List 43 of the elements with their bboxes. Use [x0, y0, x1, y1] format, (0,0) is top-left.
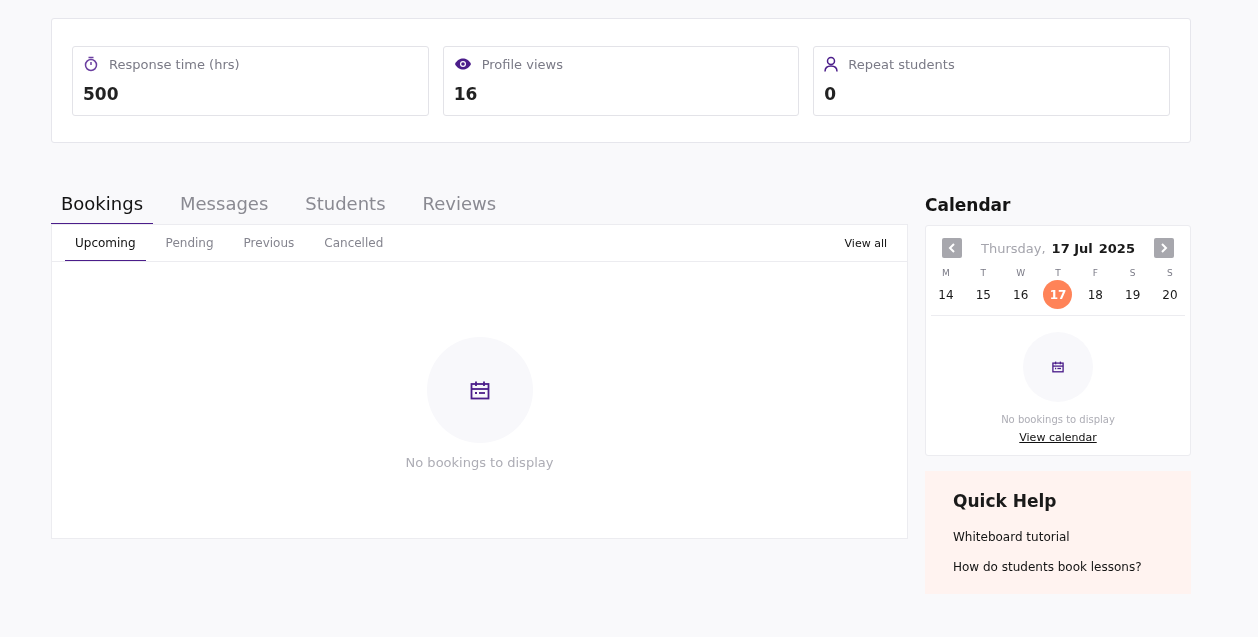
stat-value: 0	[824, 84, 838, 104]
stat-label: Repeat students	[848, 56, 955, 72]
day-number[interactable]: 14	[931, 280, 961, 309]
subtab[interactable]: Upcoming	[65, 225, 146, 261]
subtab[interactable]: Previous	[233, 225, 305, 261]
weekday-letter: S	[1129, 268, 1136, 278]
weekday-letter: M	[942, 268, 950, 278]
person-icon	[824, 56, 839, 72]
calendar-title: Calendar	[925, 195, 1012, 215]
stat-label: Response time (hrs)	[109, 56, 240, 72]
calendar-icon	[1052, 361, 1064, 373]
view-calendar-link[interactable]: View calendar	[1019, 431, 1097, 444]
chevron-right-icon	[1160, 243, 1168, 253]
view-all-link[interactable]: View all	[844, 236, 887, 250]
eye-icon	[453, 57, 472, 71]
weekday-letter: T	[980, 268, 987, 278]
empty-message: No bookings to display	[1001, 414, 1115, 425]
day-number[interactable]: 15	[968, 280, 998, 309]
date-label: 17 Jul	[1051, 240, 1093, 256]
weekday-letter: W	[1016, 268, 1026, 278]
stopwatch-icon	[83, 56, 99, 72]
stat-value: 16	[453, 84, 479, 104]
help-link[interactable]: Whiteboard tutorial	[953, 530, 1163, 544]
calendar-icon	[469, 380, 490, 400]
subtab[interactable]: Cancelled	[314, 225, 394, 261]
quick-help-title: Quick Help	[953, 491, 1058, 511]
weekday-letter: T	[1055, 268, 1061, 278]
next-button[interactable]	[1154, 238, 1174, 258]
help-link[interactable]: How do students book lessons?	[953, 560, 1163, 574]
weekday-letter: F	[1092, 268, 1098, 278]
stat-label: Profile views	[481, 56, 563, 72]
empty-message: No bookings to display	[405, 455, 554, 470]
day-number[interactable]: 19	[1118, 280, 1148, 309]
day-number[interactable]: 18	[1080, 280, 1110, 309]
chevron-left-icon	[948, 243, 956, 253]
subtab[interactable]: Pending	[155, 225, 224, 261]
day-number[interactable]: 16	[1006, 280, 1036, 309]
previous-button[interactable]	[942, 238, 962, 258]
weekday-letter: S	[1167, 268, 1173, 278]
day-number[interactable]: 20	[1155, 280, 1185, 309]
year-label: 2025	[1098, 240, 1135, 256]
weekday-label: Thursday,	[981, 240, 1046, 256]
stat-value: 500	[83, 84, 120, 104]
